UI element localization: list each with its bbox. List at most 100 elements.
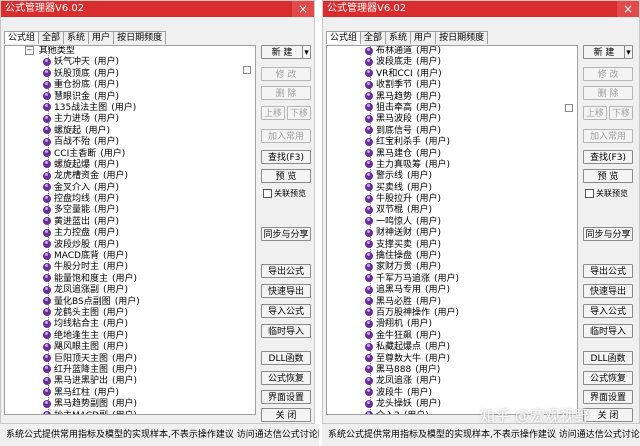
right-title-bar[interactable]: 公式管理器V6.02 ×: [323, 1, 639, 17]
formula-list-item[interactable]: 百战不殆 (用户): [5, 137, 255, 148]
formula-list-item[interactable]: 私藏起爆点 (用户): [327, 342, 577, 353]
left-new-button[interactable]: 新 建: [261, 45, 303, 59]
formula-list-item[interactable]: CCI主香断 (用户): [5, 149, 255, 160]
left-tab-formula-group[interactable]: 公式组: [4, 31, 40, 44]
left-find-button[interactable]: 查找(F3): [261, 150, 311, 164]
left-temp-import-button[interactable]: 临时导入: [261, 324, 311, 338]
formula-list-item[interactable]: 财神送财 (用户): [327, 228, 577, 239]
formula-list-item[interactable]: 多空量能 (用户): [5, 205, 255, 216]
left-add-common-button[interactable]: 加入常用: [261, 129, 311, 143]
formula-list-item[interactable]: 飓风眼主图 (用户): [5, 342, 255, 353]
right-tree-scroll-box[interactable]: [565, 104, 573, 112]
formula-list-item[interactable]: 一鸣惊人 (用户): [327, 217, 577, 228]
right-move-up-button[interactable]: 上移: [583, 106, 607, 120]
left-tab-user[interactable]: 用户: [88, 31, 115, 44]
formula-list-item[interactable]: 螺旋起爆 (用户): [5, 160, 255, 171]
formula-list-item[interactable]: 龙凤追涨副 (用户): [5, 285, 255, 296]
formula-list-item[interactable]: 红升蓝降主图 (用户): [5, 365, 255, 376]
formula-list-item[interactable]: 狙击牵高 (用户): [327, 103, 577, 114]
left-dll-button[interactable]: DLL函数: [261, 351, 311, 365]
right-import-button[interactable]: 导入公式: [583, 304, 633, 318]
right-modify-button[interactable]: 修 改: [583, 67, 633, 81]
left-modify-button[interactable]: 修 改: [261, 67, 311, 81]
formula-list-item[interactable]: 收割季节 (用户): [327, 80, 577, 91]
left-link-preview-checkbox[interactable]: 关联预览: [263, 188, 306, 199]
right-find-button[interactable]: 查找(F3): [583, 150, 633, 164]
left-close-button[interactable]: 关 闭: [261, 408, 311, 422]
right-delete-button[interactable]: 删 除: [583, 86, 633, 100]
formula-list-item[interactable]: 家财万贯 (用户): [327, 262, 577, 273]
right-formula-tree[interactable]: 布林通道 (用户) 波段底走 (用户) VR和CCI (用户) 收割季节 (用户) 黑马趋势 (用…: [326, 45, 578, 415]
formula-list-item[interactable]: 黑马进黑驴出 (用户): [5, 376, 255, 387]
right-temp-import-button[interactable]: 临时导入: [583, 324, 633, 338]
tree-group-other[interactable]: − 其他类型: [5, 46, 255, 57]
formula-list-item[interactable]: 135战法主图 (用户): [5, 103, 255, 114]
formula-list-item[interactable]: 黑马888 (用户): [327, 365, 577, 376]
left-title-bar[interactable]: 公式管理器V6.02 ×: [1, 1, 314, 17]
right-add-common-button[interactable]: 加入常用: [583, 129, 633, 143]
right-move-down-button[interactable]: 下移: [609, 106, 633, 120]
left-quick-export-button[interactable]: 快速导出: [261, 284, 311, 298]
right-ui-settings-button[interactable]: 界面设置: [583, 390, 633, 404]
right-preview-button[interactable]: 预 览: [583, 169, 633, 183]
right-dll-button[interactable]: DLL函数: [583, 351, 633, 365]
formula-list-item[interactable]: 能量饱和度主 (用户): [5, 274, 255, 285]
right-export-button[interactable]: 导出公式: [583, 264, 633, 278]
formula-list-item[interactable]: 黑马趋势 (用户): [327, 92, 577, 103]
left-tab-system[interactable]: 系统: [63, 31, 90, 44]
checkbox-box[interactable]: [263, 189, 272, 198]
right-sync-share-button[interactable]: 同步与分享: [583, 227, 633, 241]
checkbox-box[interactable]: [585, 189, 594, 198]
formula-list-item[interactable]: 买卖线 (用户): [327, 183, 577, 194]
left-tab-all[interactable]: 全部: [38, 31, 65, 44]
right-tab-system[interactable]: 系统: [385, 31, 412, 44]
formula-list-item[interactable]: 金牛狂飙 (用户): [327, 331, 577, 342]
formula-list-item[interactable]: 牛股分时主 (用户): [5, 262, 255, 273]
formula-list-item[interactable]: 至尊数大牛 (用户): [327, 354, 577, 365]
right-tab-user[interactable]: 用户: [410, 31, 437, 44]
left-delete-button[interactable]: 删 除: [261, 86, 311, 100]
formula-list-item[interactable]: 波段炒股 (用户): [5, 240, 255, 251]
collapse-icon[interactable]: −: [25, 46, 34, 55]
formula-list-item[interactable]: 波段底走 (用户): [327, 57, 577, 68]
left-import-button[interactable]: 导入公式: [261, 304, 311, 318]
right-restore-button[interactable]: 公式恢复: [583, 371, 633, 385]
formula-list-item[interactable]: 双节棍 (用户): [327, 205, 577, 216]
formula-list-item[interactable]: 黑马趋势副图 (用户): [5, 399, 255, 410]
right-link-preview-checkbox[interactable]: 关联预览: [585, 188, 628, 199]
formula-list-item[interactable]: VR和CCI (用户): [327, 69, 577, 80]
right-new-dropdown-icon[interactable]: ▾: [624, 45, 633, 59]
right-tab-by-date[interactable]: 按日期频度: [435, 31, 489, 44]
formula-list-item[interactable]: 支撑买卖 (用户): [327, 240, 577, 251]
right-tab-all[interactable]: 全部: [360, 31, 387, 44]
formula-list-item[interactable]: 龙凤追涨 (用户): [327, 376, 577, 387]
formula-list-item[interactable]: 千军万马追涨 (用户): [327, 274, 577, 285]
left-tree-scroll-box[interactable]: [243, 66, 251, 74]
formula-list-item[interactable]: 波段牛 (用户): [327, 388, 577, 399]
formula-list-item[interactable]: 黄进蓝出 (用户): [5, 217, 255, 228]
formula-list-item[interactable]: 重仓扮底 (用户): [5, 80, 255, 91]
formula-list-item[interactable]: MACD底背 (用户): [5, 251, 255, 262]
left-restore-button[interactable]: 公式恢复: [261, 371, 311, 385]
formula-list-item[interactable]: 到底信号 (用户): [327, 126, 577, 137]
right-tab-formula-group[interactable]: 公式组: [326, 31, 362, 44]
formula-list-item[interactable]: 妖股顶底 (用户): [5, 69, 255, 80]
right-close-button[interactable]: 关 闭: [583, 408, 633, 422]
formula-list-item[interactable]: 主力真吸筹 (用户): [327, 160, 577, 171]
right-new-button[interactable]: 新 建: [583, 45, 625, 59]
formula-list-item[interactable]: 黑马建仓 (用户): [327, 149, 577, 160]
formula-list-item[interactable]: 追黑马专用 (用户): [327, 285, 577, 296]
formula-list-item[interactable]: 红宝利杀手 (用户): [327, 137, 577, 148]
formula-list-item[interactable]: 慧眼识金 (用户): [5, 92, 255, 103]
formula-list-item[interactable]: 黑马必胜 (用户): [327, 297, 577, 308]
left-formula-tree[interactable]: − 其他类型 妖气冲天 (用户) 妖股顶底 (用户) 重仓扮底 (用户) 慧眼识金 (用户) 1…: [4, 45, 256, 415]
right-quick-export-button[interactable]: 快速导出: [583, 284, 633, 298]
formula-list-item[interactable]: 黑马波段 (用户): [327, 114, 577, 125]
formula-list-item[interactable]: 巨阳顶天主图 (用户): [5, 354, 255, 365]
left-ui-settings-button[interactable]: 界面设置: [261, 390, 311, 404]
formula-list-item[interactable]: 螺旋起 (用户): [5, 126, 255, 137]
formula-list-item[interactable]: 滑翔机 (用户): [327, 319, 577, 330]
formula-list-item[interactable]: 量化BS点副图 (用户): [5, 297, 255, 308]
formula-list-item[interactable]: 绝地逢生主 (用户): [5, 331, 255, 342]
formula-list-item[interactable]: 主力进场 (用户): [5, 114, 255, 125]
